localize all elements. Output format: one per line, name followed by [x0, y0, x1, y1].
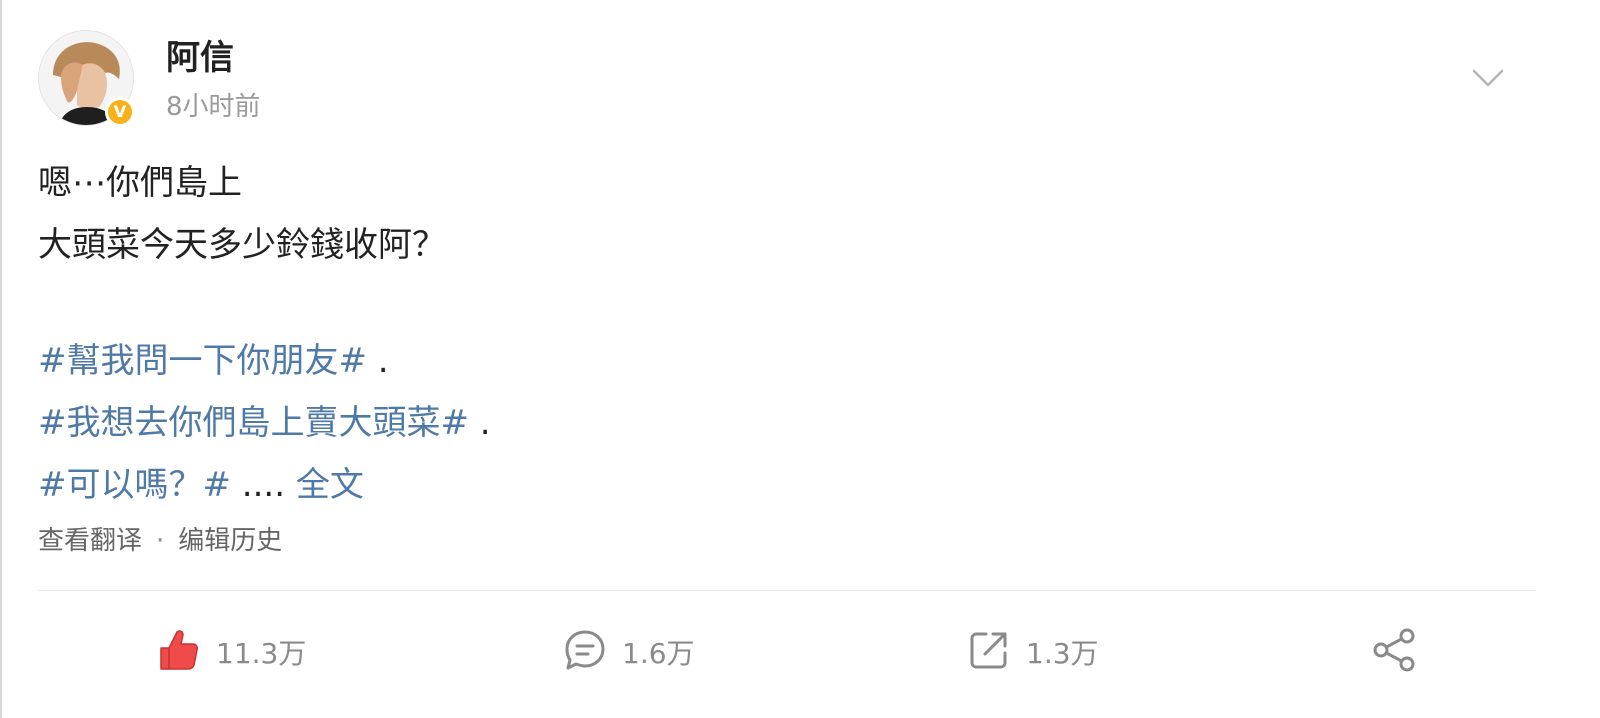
- post-body: 嗯⋯你們島上 大頭菜今天多少鈴錢收阿？ #幫我問一下你朋友# . #我想去你們島…: [38, 152, 1538, 516]
- post-line-2: 大頭菜今天多少鈴錢收阿？: [38, 225, 446, 265]
- hashtag-suffix: .: [468, 403, 491, 443]
- full-text-link[interactable]: 全文: [296, 465, 364, 505]
- edit-history-link[interactable]: 编辑历史: [178, 526, 282, 556]
- hashtag-suffix: ....: [230, 465, 296, 505]
- divider: [38, 590, 1536, 591]
- hashtag-link[interactable]: #可以嗎？#: [38, 465, 231, 505]
- like-button[interactable]: 11.3万: [158, 612, 306, 692]
- hashtag-suffix: .: [366, 341, 389, 381]
- action-bar: 11.3万 1.6万 1.3万: [2, 612, 1600, 692]
- share-button[interactable]: [1372, 612, 1418, 692]
- author-name[interactable]: 阿信: [166, 38, 234, 78]
- share-icon: [1372, 627, 1418, 677]
- post-hashtag-line-1: #幫我問一下你朋友# .: [38, 330, 1538, 392]
- post-time: 8小时前: [166, 92, 261, 122]
- post-meta-row: 查看翻译 · 编辑历史: [38, 524, 282, 558]
- hashtag-link[interactable]: #幫我問一下你朋友#: [38, 341, 367, 381]
- comment-icon: [564, 629, 606, 675]
- like-count: 11.3万: [216, 637, 307, 670]
- hashtag-link[interactable]: #我想去你們島上賣大頭菜#: [38, 403, 469, 443]
- meta-separator: ·: [156, 526, 165, 556]
- chevron-down-icon[interactable]: [1468, 58, 1508, 98]
- verified-badge-icon: V: [105, 97, 135, 127]
- repost-icon: [968, 629, 1010, 675]
- post-hashtag-line-3: #可以嗎？# .... 全文: [38, 454, 1538, 516]
- repost-count: 1.3万: [1026, 637, 1099, 670]
- repost-button[interactable]: 1.3万: [968, 612, 1099, 692]
- weibo-post-card: V 阿信 8小时前 嗯⋯你們島上 大頭菜今天多少鈴錢收阿？ #幫我問一下你朋友#…: [0, 0, 1600, 718]
- post-line-1: 嗯⋯你們島上: [38, 163, 242, 203]
- comment-button[interactable]: 1.6万: [564, 612, 695, 692]
- translate-link[interactable]: 查看翻译: [38, 526, 142, 556]
- thumbs-up-icon: [158, 628, 200, 676]
- comment-count: 1.6万: [622, 637, 695, 670]
- post-hashtag-line-2: #我想去你們島上賣大頭菜# .: [38, 392, 1538, 454]
